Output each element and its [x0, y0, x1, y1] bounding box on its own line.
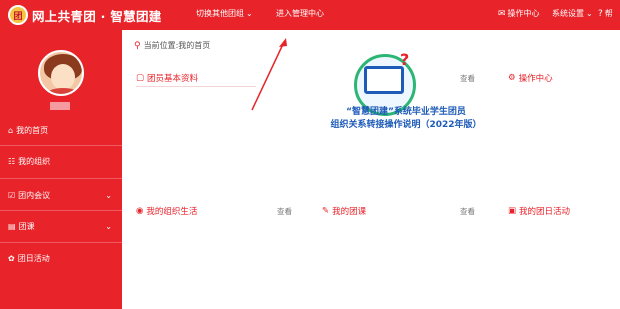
group-icon: ☷: [8, 156, 16, 166]
activity-icon: ▣: [508, 206, 517, 216]
guide-title-line1: “智慧团建”系统毕业学生团员: [346, 107, 466, 117]
chevron-down-icon: ⌄: [105, 190, 112, 200]
section-ops-heading[interactable]: ⚙ 操作中心: [508, 72, 553, 84]
username-redacted: [50, 102, 70, 110]
help-label: 帮: [604, 9, 613, 18]
management-center-link[interactable]: 进入管理中心: [276, 8, 324, 19]
meeting-icon: ☑: [8, 190, 16, 200]
sidebar-item-label: 团日活动: [17, 253, 50, 263]
section-my-activity-heading[interactable]: ▣ 我的团日活动: [508, 205, 570, 217]
location-pin-icon: ⚲: [134, 40, 141, 51]
help-link[interactable]: ? 帮: [598, 8, 613, 19]
sidebar-item-activity[interactable]: ✿ 团日活动: [0, 243, 122, 273]
chevron-down-icon: ⌄: [586, 9, 593, 18]
brand[interactable]: 团 网上共青团 · 智慧团建: [8, 5, 162, 25]
sidebar-item-org[interactable]: ☷ 我的组织: [0, 146, 122, 176]
home-icon: ⌂: [8, 125, 14, 135]
question-icon: ?: [598, 8, 603, 19]
main-content: ⚲ 当前位置:我的首页 ▢ 团员基本资料 查看 ⚙ 操作中心 ? “智慧团建”系…: [122, 30, 620, 309]
sidebar-item-class[interactable]: ▤ 团课 ⌄: [0, 211, 122, 241]
org-life-icon: ◉: [136, 206, 144, 216]
profile-icon: ▢: [136, 73, 145, 83]
view-link[interactable]: 查看: [277, 206, 292, 217]
class-icon: ✎: [322, 206, 330, 216]
section-org-life-label: 我的组织生活: [146, 207, 198, 217]
sidebar-item-label: 我的组织: [18, 156, 51, 166]
monitor-icon: [364, 66, 404, 94]
section-my-activity-label: 我的团日活动: [519, 207, 571, 217]
settings-label: 系统设置: [552, 9, 584, 18]
chevron-down-icon: ⌄: [246, 9, 253, 18]
settings-menu[interactable]: 系统设置 ⌄: [552, 8, 593, 19]
ops-center-link[interactable]: ✉ 操作中心: [498, 8, 540, 19]
section-org-life-heading[interactable]: ◉ 我的组织生活: [136, 205, 197, 217]
view-link[interactable]: 查看: [460, 206, 475, 217]
gear-icon: ⚙: [508, 73, 516, 83]
avatar[interactable]: [38, 50, 84, 96]
guide-title: “智慧团建”系统毕业学生团员 组织关系转接操作说明（2022年版）: [306, 106, 506, 132]
section-profile-heading[interactable]: ▢ 团员基本资料: [136, 72, 198, 84]
book-icon: ▤: [8, 221, 16, 231]
switch-org-menu[interactable]: 切换其他团组 ⌄: [196, 8, 253, 19]
switch-org-label: 切换其他团组: [196, 9, 244, 18]
activity-icon: ✿: [8, 253, 15, 263]
ops-center-label: 操作中心: [507, 9, 540, 18]
section-profile-label: 团员基本资料: [147, 74, 199, 84]
mail-icon: ✉: [498, 8, 506, 19]
guide-title-line2: 组织关系转接操作说明（2022年版）: [330, 120, 482, 130]
view-link[interactable]: 查看: [460, 73, 475, 84]
sidebar-item-label: 团课: [18, 221, 35, 231]
illustration-monitor: ?: [354, 50, 416, 116]
breadcrumb-text: 当前位置:我的首页: [143, 41, 211, 50]
sidebar-item-meeting[interactable]: ☑ 团内会议 ⌄: [0, 180, 122, 210]
league-logo-icon: 团: [8, 5, 28, 25]
question-mark-icon: ?: [400, 50, 410, 69]
management-center-label: 进入管理中心: [276, 9, 324, 18]
sidebar-item-home[interactable]: ⌂ 我的首页: [0, 115, 122, 145]
section-my-class-heading[interactable]: ✎ 我的团课: [322, 205, 366, 217]
section-my-class-label: 我的团课: [332, 207, 367, 217]
breadcrumb: ⚲ 当前位置:我的首页: [134, 40, 210, 51]
sidebar: ⌂ 我的首页 ☷ 我的组织 ☑ 团内会议 ⌄ ▤ 团课 ⌄ ✿ 团日活动: [0, 30, 122, 309]
section-ops-label: 操作中心: [518, 74, 553, 84]
chevron-down-icon: ⌄: [105, 221, 112, 231]
sidebar-item-label: 团内会议: [18, 190, 51, 200]
brand-title: 网上共青团 · 智慧团建: [32, 8, 162, 24]
top-bar: 团 网上共青团 · 智慧团建 切换其他团组 ⌄ 进入管理中心 ✉ 操作中心 系统…: [0, 0, 620, 30]
sidebar-item-label: 我的首页: [16, 125, 49, 135]
